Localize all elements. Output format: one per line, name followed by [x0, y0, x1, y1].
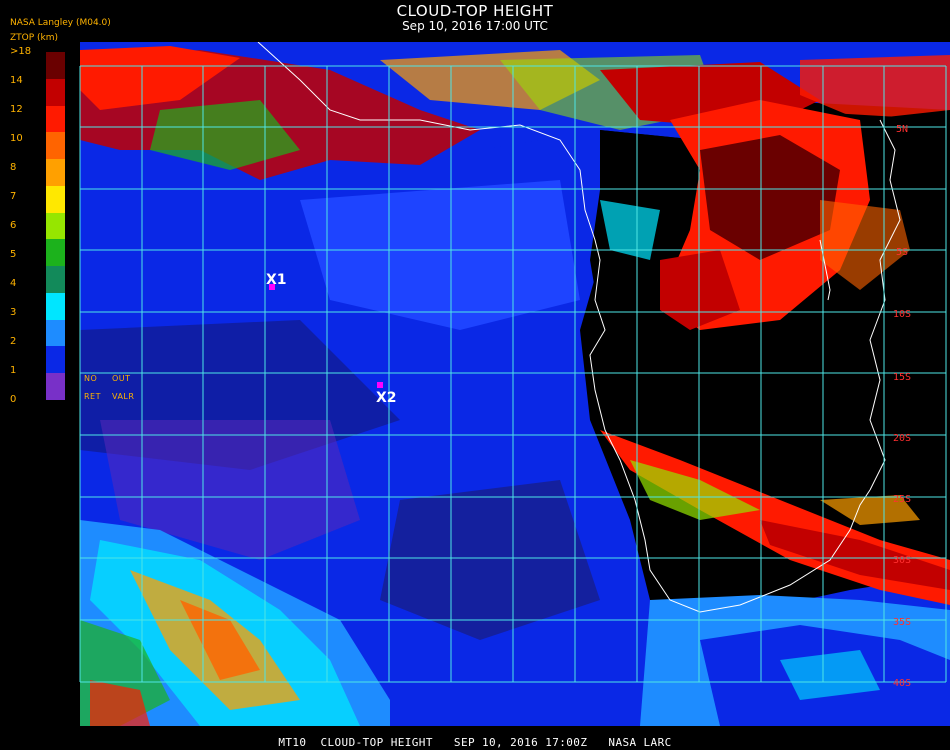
cloud-top-map: 5N 5S 10S 15S 20S 25S 30S 35S 40S X1 X2 — [79, 42, 950, 726]
colorbar-tick-label: 6 — [10, 220, 17, 231]
colorbar-segment — [46, 52, 65, 80]
colorbar-tick-label: >18 — [10, 46, 32, 57]
colorbar-segment — [46, 239, 65, 267]
colorbar-tick-label: 12 — [10, 104, 23, 115]
colorbar-tick-label: 0 — [10, 394, 17, 405]
footer-caption: MT10 CLOUD-TOP HEIGHT SEP 10, 2016 17:00… — [278, 736, 672, 749]
marker-label: X2 — [376, 390, 397, 406]
colorbar-segment — [46, 159, 65, 187]
colorbar-tick-label: 3 — [10, 307, 17, 318]
no-ret-label: NO RET — [84, 374, 101, 401]
out-valr-label: OUT VALR — [112, 374, 135, 401]
latitude-label: 40S — [893, 678, 911, 689]
colorbar-tick-label: 8 — [10, 162, 17, 173]
latitude-label: 35S — [893, 617, 911, 628]
colorbar-tick-label: 14 — [10, 75, 23, 86]
colorbar-segment — [46, 346, 65, 374]
colorbar-tick-label: 5 — [10, 249, 17, 260]
latitude-label: 5N — [896, 124, 908, 135]
colorbar-segment — [46, 105, 65, 133]
colorbar-segment — [46, 78, 65, 107]
colorbar-segment — [46, 373, 65, 401]
latitude-label: 5S — [896, 247, 908, 258]
colorbar-tick-label: 10 — [10, 133, 23, 144]
colorbar-segment — [46, 319, 65, 347]
colorbar-tick-label: 7 — [10, 191, 17, 202]
colorbar — [46, 52, 65, 401]
colorbar-segment — [46, 185, 65, 214]
marker-point — [377, 382, 383, 388]
latitude-label: 15S — [893, 372, 911, 383]
colorbar-segment — [46, 132, 65, 160]
colorbar-segment — [46, 266, 65, 294]
colorbar-segment — [46, 212, 65, 240]
colorbar-tick-label: 2 — [10, 336, 17, 347]
marker-label: X1 — [266, 272, 287, 288]
latitude-label: 25S — [893, 494, 911, 505]
colorbar-tick-label: 1 — [10, 365, 17, 376]
colorbar-tick-label: 4 — [10, 278, 17, 289]
cloud-field — [80, 42, 950, 726]
latitude-label: 20S — [893, 433, 911, 444]
latitude-label: 30S — [893, 555, 911, 566]
colorbar-segment — [46, 292, 65, 321]
latitude-label: 10S — [893, 309, 911, 320]
